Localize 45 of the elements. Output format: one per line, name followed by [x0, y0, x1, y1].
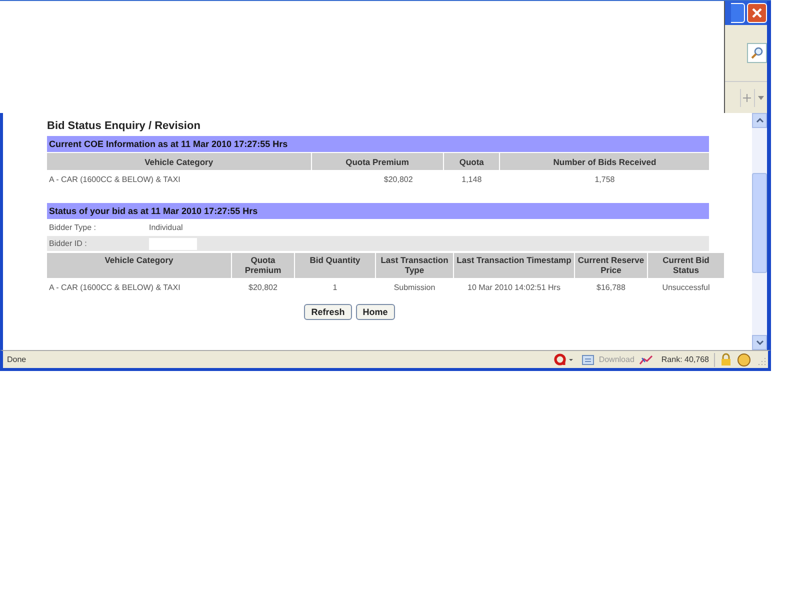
column-header: Number of Bids Received	[500, 153, 709, 170]
column-header: Current Bid Status	[648, 253, 724, 278]
table-cell-text: Submission	[392, 282, 436, 294]
field-label: Bidder Type :	[48, 223, 97, 232]
status-text: Done	[6, 355, 28, 364]
rank-graph-icon	[639, 354, 654, 364]
column-header: Current Reserve Price	[575, 253, 647, 278]
download-icon[interactable]	[582, 354, 594, 365]
table-cell-text: $16,788	[596, 282, 626, 294]
column-header: Last Transaction Timestamp	[454, 253, 574, 278]
search-icon[interactable]	[747, 43, 767, 63]
scroll-down-icon[interactable]	[752, 335, 767, 350]
action-button[interactable]: Refresh	[304, 304, 352, 320]
column-header: Quota	[444, 153, 500, 170]
dropdown-icon[interactable]	[754, 88, 767, 106]
table-cell-text: $20,802	[382, 174, 414, 186]
column-header: Vehicle Category	[47, 153, 311, 170]
table-cell-text: $20,802	[248, 282, 278, 294]
section-heading: Status of your bid as at 11 Mar 2010 17:27:55 Hrs	[47, 203, 709, 219]
lock-icon	[720, 353, 732, 366]
emoticon-icon[interactable]	[737, 352, 751, 366]
action-button[interactable]: Home	[356, 304, 395, 320]
table-cell-text: 1,758	[594, 174, 616, 186]
plus-icon[interactable]	[740, 88, 753, 106]
search-engine-icon[interactable]	[554, 353, 574, 366]
table-cell-text: 1,148	[460, 174, 483, 186]
column-header: Last Transaction Type	[376, 253, 453, 278]
scrollbar-thumb[interactable]	[752, 173, 767, 273]
scroll-up-icon[interactable]	[752, 113, 767, 128]
table-cell-text: Unsuccessful	[661, 282, 711, 294]
close-icon[interactable]	[747, 3, 767, 23]
column-header: Quota Premium	[232, 253, 294, 278]
table-cell-text: 10 Mar 2010 14:02:51 Hrs	[466, 282, 562, 294]
field-label: Bidder ID :	[48, 239, 88, 248]
table-cell-text: 1	[332, 282, 338, 294]
field-value: Individual	[149, 223, 183, 232]
column-header: Quota Premium	[312, 153, 443, 170]
table-cell-text: A - CAR (1600CC & BELOW) & TAXI	[48, 174, 182, 186]
rank-text: Rank: 40,768	[661, 355, 709, 364]
section-heading: Current COE Information as at 11 Mar 2010 17:27:55 Hrs	[47, 136, 709, 152]
input-field[interactable]	[149, 238, 197, 250]
column-header: Bid Quantity	[295, 253, 375, 278]
page-title: Bid Status Enquiry / Revision	[47, 120, 202, 132]
table-cell-text: A - CAR (1600CC & BELOW) & TAXI	[48, 282, 182, 294]
column-header: Vehicle Category	[47, 253, 231, 278]
